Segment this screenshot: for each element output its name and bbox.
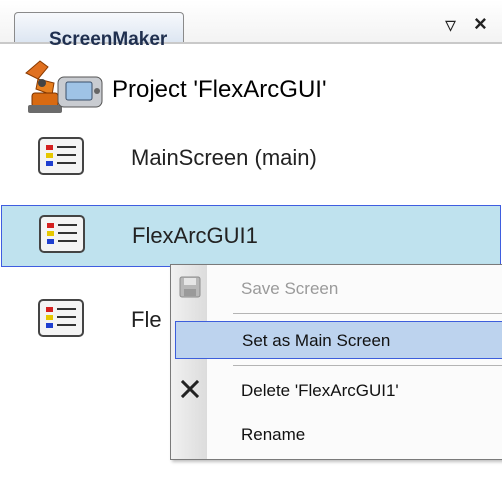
menu-item-rename[interactable]: Rename (171, 415, 502, 453)
menu-item-save-screen[interactable]: Save Screen (171, 269, 502, 307)
menu-separator (233, 313, 502, 314)
pin-dropdown-icon[interactable]: ▿ (445, 14, 456, 36)
menu-item-label: Set as Main Screen (242, 331, 391, 350)
menu-item-label: Rename (241, 425, 306, 444)
save-icon (179, 276, 201, 303)
tree-item-label: FlexArcGUI1 (132, 223, 258, 248)
menu-item-label: Save Screen (241, 279, 339, 298)
context-menu: Save Screen Set as Main Screen Delete 'F… (170, 264, 502, 460)
menu-separator (233, 365, 502, 366)
project-label: Project 'FlexArcGUI' (112, 76, 327, 103)
project-node[interactable]: Project 'FlexArcGUI' (0, 52, 502, 122)
close-icon[interactable]: × (474, 13, 487, 35)
menu-item-set-as-main-screen[interactable]: Set as Main Screen (175, 321, 502, 359)
tree-item-label: MainScreen (main) (131, 145, 317, 170)
robot-icon (18, 55, 108, 122)
tree-item-flexarcgui1[interactable]: FlexArcGUI1 (1, 205, 501, 267)
tab-screenmaker-label: ScreenMaker (49, 29, 168, 50)
tree-item-label: Fle (131, 307, 162, 332)
screen-list-icon (39, 215, 85, 258)
menu-item-delete[interactable]: Delete 'FlexArcGUI1' (171, 371, 502, 409)
delete-x-icon (179, 378, 201, 405)
screen-list-icon (38, 137, 84, 180)
menu-item-label: Delete 'FlexArcGUI1' (241, 381, 399, 400)
tab-screenmaker[interactable]: ScreenMaker (14, 12, 184, 50)
panel-tab-strip: ScreenMaker ▿ × (0, 0, 502, 50)
tree-item-mainscreen[interactable]: MainScreen (main) (0, 127, 502, 189)
screen-list-icon (38, 299, 84, 342)
